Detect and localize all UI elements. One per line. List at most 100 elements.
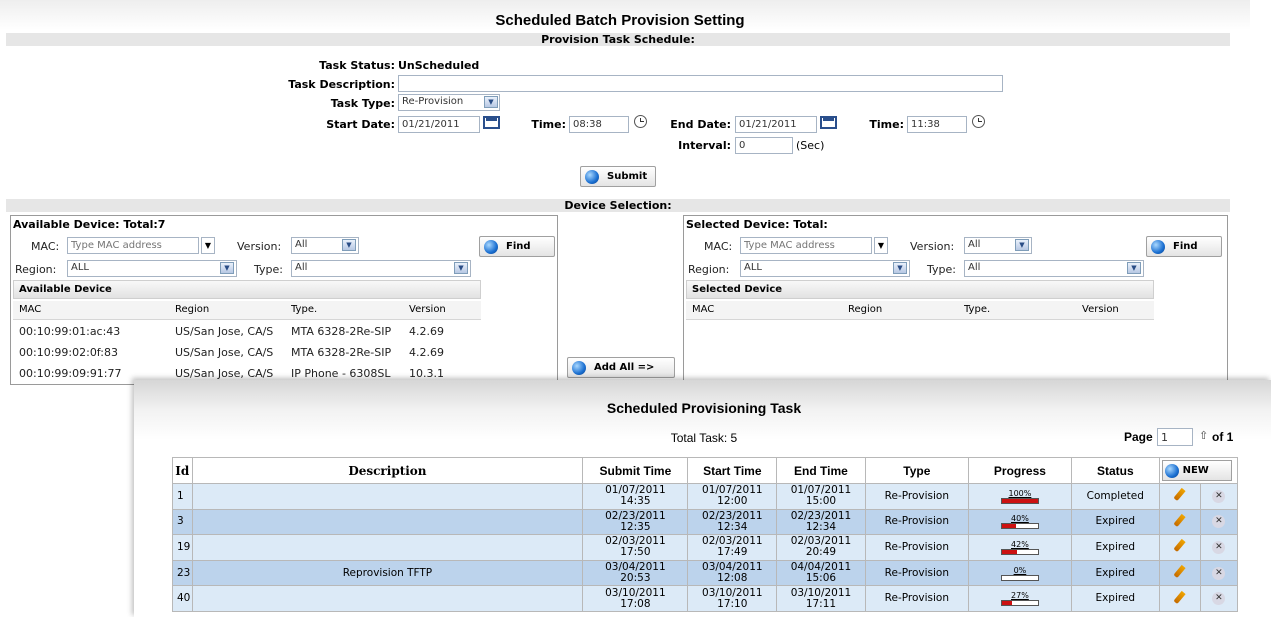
pencil-icon[interactable] <box>1173 590 1186 604</box>
progress-bar: 42% <box>1000 540 1039 555</box>
end-time-input[interactable] <box>907 116 967 133</box>
cell-region: US/San Jose, CA/S <box>175 325 274 338</box>
task-description-input[interactable] <box>398 75 1003 92</box>
cell-region: US/San Jose, CA/S <box>175 346 274 359</box>
progress-fill <box>1001 601 1012 606</box>
cell-type: Re-Provision <box>864 534 969 561</box>
column-id[interactable]: Id <box>172 457 193 484</box>
chevron-down-icon[interactable]: ▼ <box>342 239 356 251</box>
column-type[interactable]: Type <box>864 457 969 484</box>
pencil-icon[interactable] <box>1173 513 1186 527</box>
submit-button[interactable]: Submit <box>580 166 656 187</box>
interval-label: Interval: <box>678 139 731 152</box>
region-select[interactable]: ALL <box>67 260 237 277</box>
calendar-icon[interactable] <box>820 116 837 129</box>
progress-bar: 0% <box>1000 566 1039 581</box>
new-icon <box>1164 464 1179 478</box>
column-start-time[interactable]: Start Time <box>687 457 778 484</box>
end-time: 20:49 <box>805 546 837 559</box>
chevron-down-icon[interactable]: ▼ <box>201 237 215 254</box>
close-icon[interactable]: ✕ <box>1212 566 1226 580</box>
cell-version: 4.2.69 <box>409 325 444 338</box>
pencil-icon[interactable] <box>1173 488 1186 502</box>
chevron-down-icon[interactable]: ▼ <box>484 96 498 108</box>
chevron-down-icon[interactable]: ▼ <box>874 237 888 254</box>
close-icon[interactable]: ✕ <box>1212 592 1226 606</box>
interval-input[interactable] <box>735 137 793 154</box>
page-number-input[interactable] <box>1157 428 1193 446</box>
find-button[interactable]: Find <box>479 236 555 257</box>
scheduled-task-panel: Scheduled Provisioning Task Total Task: … <box>134 380 1271 617</box>
clock-icon[interactable] <box>972 115 985 128</box>
column-submit-time[interactable]: Submit Time <box>582 457 689 484</box>
column-region[interactable]: Region <box>175 304 209 315</box>
column-end-time[interactable]: End Time <box>776 457 866 484</box>
start-time-input[interactable] <box>569 116 629 133</box>
table-row[interactable]: 00:10:99:02:0f:83 US/San Jose, CA/S MTA … <box>13 343 481 362</box>
start-time: 12:34 <box>717 520 748 533</box>
cell-delete: ✕ <box>1199 585 1239 612</box>
add-all-button[interactable]: Add All => <box>567 357 675 378</box>
task-status-value: UnScheduled <box>398 59 480 72</box>
calendar-icon[interactable] <box>483 116 500 129</box>
column-mac[interactable]: MAC <box>692 304 714 315</box>
available-device-columns: MAC Region Type. Version <box>13 301 481 320</box>
column-mac[interactable]: MAC <box>19 304 41 315</box>
chevron-down-icon[interactable]: ▼ <box>454 262 468 274</box>
cell-type: MTA 6328-2Re-SIP <box>291 346 392 359</box>
type-value: All <box>295 262 308 273</box>
chevron-down-icon[interactable]: ▼ <box>220 262 234 274</box>
progress-bar: 100% <box>1000 489 1039 504</box>
clock-icon[interactable] <box>634 115 647 128</box>
page-of-label: of 1 <box>1212 430 1234 444</box>
type-select[interactable]: All <box>964 260 1144 277</box>
table-row[interactable]: 1 01/07/2011 14:35 01/07/2011 12:00 01/07/201… <box>172 483 1239 510</box>
column-description[interactable]: Description <box>191 457 584 484</box>
cell-description <box>191 534 584 561</box>
column-progress[interactable]: Progress <box>967 457 1072 484</box>
column-region[interactable]: Region <box>848 304 882 315</box>
pencil-icon[interactable] <box>1173 539 1186 553</box>
arrow-up-icon[interactable]: ⇧ <box>1199 429 1208 442</box>
new-task-button[interactable]: NEW <box>1161 460 1232 481</box>
table-row[interactable]: 40 03/10/2011 17:08 03/10/2011 17:10 03/10/20… <box>172 585 1239 612</box>
chevron-down-icon[interactable]: ▼ <box>893 262 907 274</box>
version-value: All <box>295 239 308 250</box>
end-date-input[interactable] <box>735 116 817 133</box>
column-type[interactable]: Type. <box>291 304 317 315</box>
submit-time: 14:35 <box>620 495 651 508</box>
region-label: Region: <box>15 263 57 276</box>
find-button[interactable]: Find <box>1146 236 1222 257</box>
type-select[interactable]: All <box>291 260 471 277</box>
pencil-icon[interactable] <box>1173 564 1186 579</box>
task-status-label: Task Status: <box>319 59 395 72</box>
available-device-title: Available Device: Total:7 <box>13 218 166 231</box>
column-version[interactable]: Version <box>1082 304 1119 315</box>
cell-id: 23 <box>172 559 193 587</box>
end-date-label: End Date: <box>670 118 731 131</box>
region-select[interactable]: ALL <box>740 260 910 277</box>
mac-label: MAC: <box>704 240 733 253</box>
task-description-label: Task Description: <box>288 78 395 91</box>
device-section-header: Device Selection: <box>6 199 1230 212</box>
chevron-down-icon[interactable]: ▼ <box>1015 239 1029 251</box>
chevron-down-icon[interactable]: ▼ <box>1127 262 1141 274</box>
add-all-label: Add All => <box>594 362 655 373</box>
table-row[interactable]: 00:10:99:01:ac:43 US/San Jose, CA/S MTA … <box>13 322 481 341</box>
mac-search-input[interactable] <box>740 237 872 254</box>
cell-end-time: 02/03/2011 20:49 <box>776 534 866 561</box>
table-row[interactable]: 3 02/23/2011 12:35 02/23/2011 12:34 02/23/201… <box>172 508 1239 536</box>
cell-submit-time: 03/10/2011 17:08 <box>582 585 689 612</box>
table-row[interactable]: 19 02/03/2011 17:50 02/03/2011 17:49 02/03/20… <box>172 534 1239 561</box>
column-type[interactable]: Type. <box>964 304 990 315</box>
column-status[interactable]: Status <box>1070 457 1160 484</box>
start-date-input[interactable] <box>398 116 480 133</box>
close-icon[interactable]: ✕ <box>1212 515 1226 529</box>
end-time: 12:34 <box>805 520 837 533</box>
mac-search-input[interactable] <box>67 237 199 254</box>
table-row[interactable]: 23 Reprovision TFTP 03/04/2011 20:53 03/04/2… <box>172 559 1239 587</box>
close-icon[interactable]: ✕ <box>1212 489 1226 503</box>
end-time-label: Time: <box>869 118 904 131</box>
close-icon[interactable]: ✕ <box>1212 540 1226 554</box>
column-version[interactable]: Version <box>409 304 446 315</box>
